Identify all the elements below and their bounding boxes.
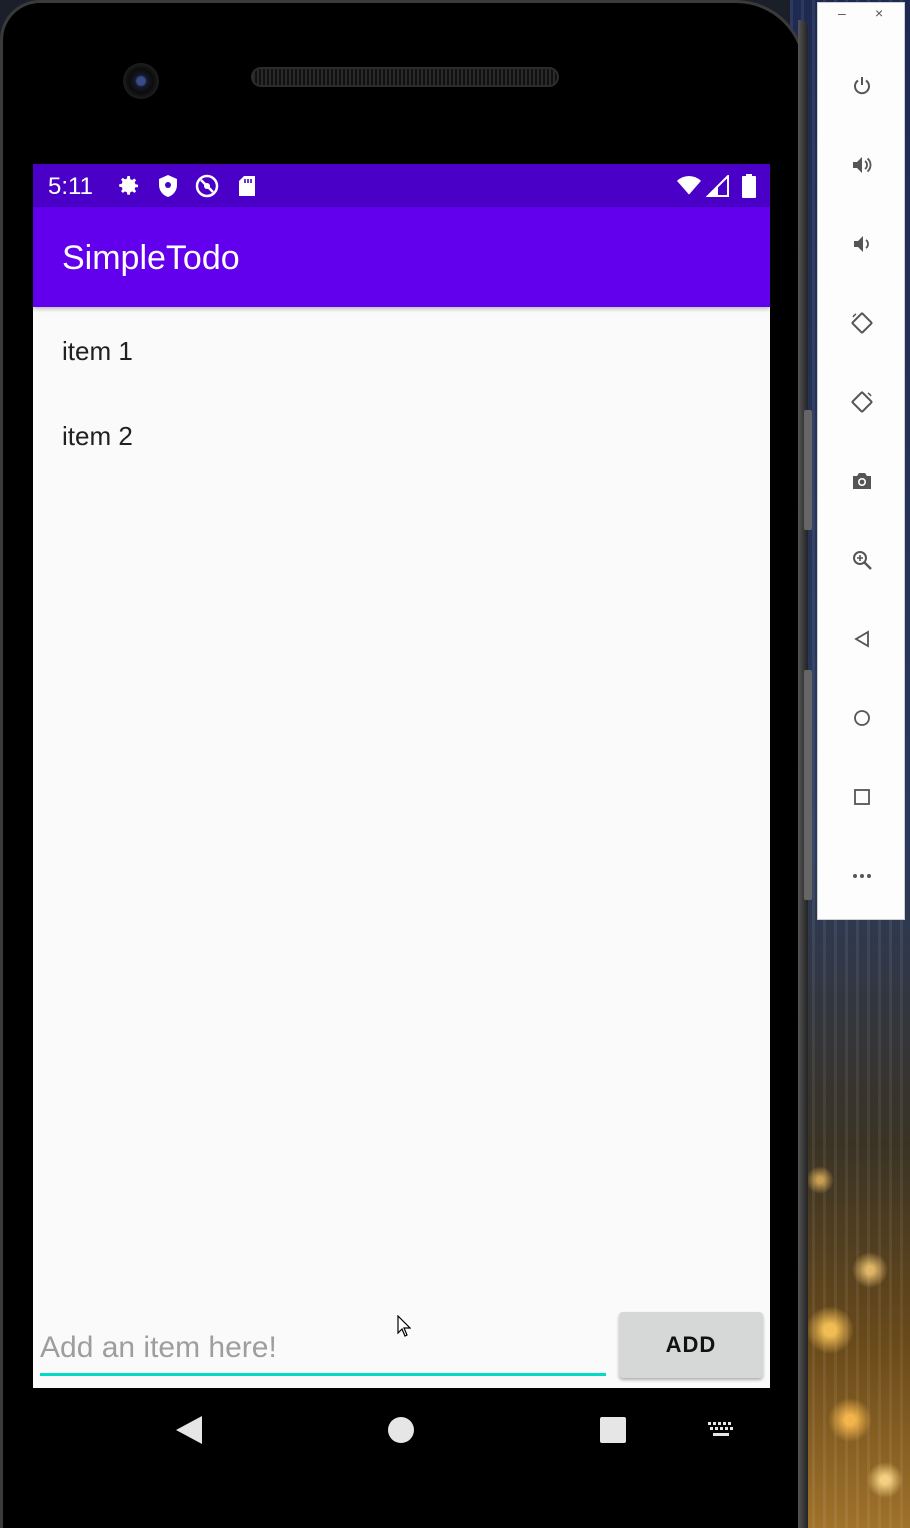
- rotate-left-icon[interactable]: [818, 303, 906, 343]
- mouse-cursor-icon: [397, 1314, 412, 1342]
- device-screen: 5:11 SimpleTodo item 1 item 2 Add an ite…: [33, 164, 770, 1388]
- overview-icon[interactable]: [818, 777, 906, 817]
- back-icon[interactable]: [818, 619, 906, 659]
- list-item[interactable]: item 1: [33, 309, 770, 393]
- wifi-icon: [677, 174, 701, 198]
- list-item-label: item 1: [62, 335, 133, 366]
- volume-side-button[interactable]: [804, 410, 812, 530]
- cell-signal-icon: [706, 174, 730, 198]
- settings-icon: [117, 174, 141, 198]
- home-icon[interactable]: [818, 698, 906, 738]
- more-icon[interactable]: [818, 856, 906, 896]
- input-underline: [40, 1373, 606, 1376]
- add-item-input[interactable]: Add an item here!: [40, 1328, 606, 1368]
- power-icon[interactable]: [818, 66, 906, 106]
- add-button[interactable]: ADD: [619, 1312, 763, 1378]
- app-bar: SimpleTodo: [33, 207, 770, 307]
- rotate-right-icon[interactable]: [818, 382, 906, 422]
- battery-icon: [737, 174, 761, 198]
- earpiece-speaker: [251, 67, 559, 87]
- volume-up-icon[interactable]: [818, 145, 906, 185]
- add-button-label: ADD: [665, 1332, 717, 1357]
- shield-icon: [156, 174, 180, 198]
- recents-icon[interactable]: [595, 1412, 631, 1448]
- list-item-label: item 2: [62, 420, 133, 451]
- zoom-icon[interactable]: [818, 540, 906, 580]
- navigation-bar: [33, 1388, 770, 1478]
- status-time: 5:11: [48, 173, 93, 200]
- emulator-toolbar: – ×: [817, 2, 905, 920]
- keyboard-icon[interactable]: [703, 1416, 739, 1444]
- front-camera: [123, 63, 159, 99]
- app-title: SimpleTodo: [62, 239, 240, 277]
- list-item[interactable]: item 2: [33, 393, 770, 479]
- sd-card-icon: [235, 174, 259, 198]
- minimize-button[interactable]: –: [838, 5, 846, 21]
- camera-icon[interactable]: [818, 461, 906, 501]
- blocked-notification-icon: [195, 174, 219, 198]
- volume-down-icon[interactable]: [818, 224, 906, 264]
- home-icon[interactable]: [383, 1412, 419, 1448]
- close-window-button[interactable]: ×: [875, 5, 883, 21]
- todo-list[interactable]: item 1 item 2: [33, 309, 770, 479]
- back-icon[interactable]: [171, 1412, 207, 1448]
- status-bar: 5:11: [33, 164, 770, 207]
- power-side-button[interactable]: [804, 670, 812, 900]
